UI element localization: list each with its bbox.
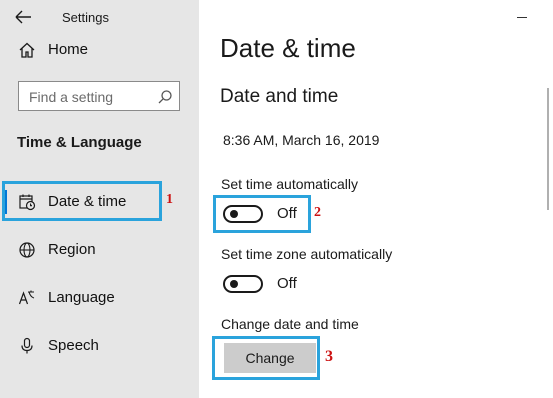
main-panel: Date & time Date and time 8:36 AM, March… bbox=[199, 0, 553, 398]
highlight-box-3 bbox=[212, 336, 320, 380]
callout-1: 1 bbox=[166, 192, 173, 207]
globe-icon bbox=[18, 241, 36, 259]
back-arrow-icon[interactable] bbox=[13, 8, 35, 26]
sidebar-item-label: Region bbox=[48, 241, 96, 258]
section-title: Date and time bbox=[220, 86, 339, 107]
sidebar-item-region[interactable]: Region bbox=[0, 230, 199, 270]
change-section-label: Change date and time bbox=[221, 316, 359, 332]
scrollbar[interactable] bbox=[547, 88, 549, 210]
set-timezone-auto-toggle[interactable] bbox=[223, 275, 263, 293]
sidebar: Settings Home Find a setting Time & Lang… bbox=[0, 0, 199, 398]
nav-home-label: Home bbox=[48, 41, 89, 58]
nav-home[interactable]: Home bbox=[0, 36, 199, 64]
settings-window: Settings Home Find a setting Time & Lang… bbox=[0, 0, 553, 398]
search-input[interactable]: Find a setting bbox=[18, 81, 180, 111]
section-heading: Time & Language bbox=[17, 134, 142, 151]
current-datetime: 8:36 AM, March 16, 2019 bbox=[223, 132, 380, 148]
highlight-box-2 bbox=[213, 195, 311, 233]
home-icon bbox=[18, 41, 36, 59]
sidebar-item-speech[interactable]: Speech bbox=[0, 326, 199, 366]
toggle-knob bbox=[230, 280, 238, 288]
search-placeholder: Find a setting bbox=[29, 89, 114, 105]
minimize-icon[interactable] bbox=[517, 17, 527, 18]
sidebar-item-label: Speech bbox=[48, 337, 99, 354]
search-icon[interactable] bbox=[157, 89, 173, 105]
callout-3: 3 bbox=[325, 348, 333, 365]
page-title: Date & time bbox=[220, 33, 356, 63]
highlight-box-1 bbox=[2, 181, 162, 221]
language-icon bbox=[18, 289, 36, 307]
sidebar-item-label: Language bbox=[48, 289, 115, 306]
set-time-auto-label: Set time automatically bbox=[221, 176, 358, 192]
app-title: Settings bbox=[62, 10, 109, 25]
microphone-icon bbox=[18, 337, 36, 355]
title-bar: Settings bbox=[0, 0, 199, 34]
set-timezone-auto-state: Off bbox=[277, 275, 297, 292]
callout-2: 2 bbox=[314, 205, 321, 220]
set-timezone-auto-label: Set time zone automatically bbox=[221, 246, 393, 262]
sidebar-item-language[interactable]: Language bbox=[0, 278, 199, 318]
